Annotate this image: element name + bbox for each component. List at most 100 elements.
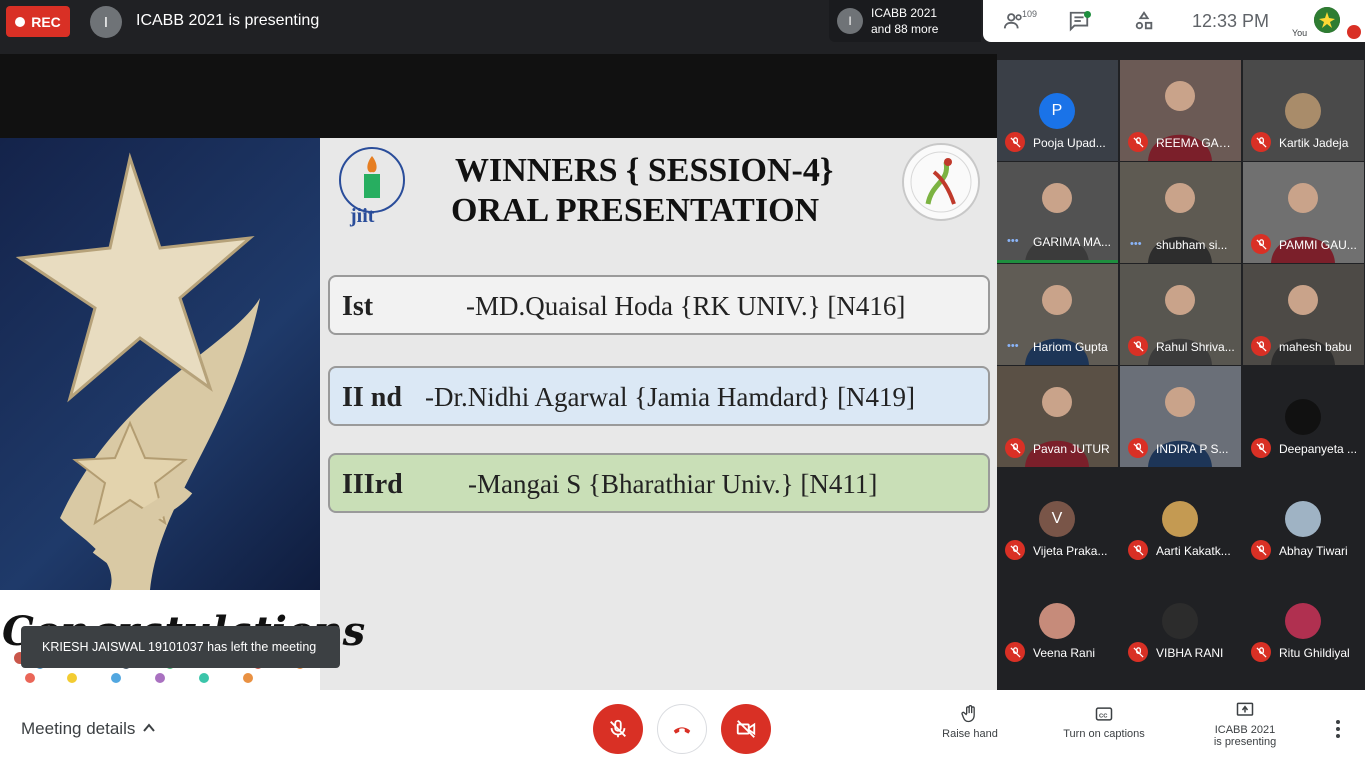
participant-tile[interactable]: Ritu Ghildiyal [1243,570,1364,671]
others-avatar: I [837,8,863,34]
mic-off-icon [1128,642,1148,662]
mic-off-icon [1251,336,1271,356]
raise-hand-button[interactable]: Raise hand [936,704,1004,740]
mic-off-icon [610,719,626,738]
participant-avatar: P [1039,93,1075,129]
mic-off-icon [1251,234,1271,254]
record-dot-icon [15,16,26,27]
more-options-icon[interactable] [1330,718,1346,740]
hand-icon [961,705,975,723]
meeting-toolbar [983,0,1365,42]
audio-level-icon: ••• [1007,235,1019,247]
captions-label: Turn on captions [1063,728,1145,740]
raise-hand-label: Raise hand [942,728,998,740]
participant-tile[interactable]: Pavan JUTUR [997,366,1118,467]
presenting-line1: ICABB 2021 [1214,724,1276,736]
winner-name: -MD.Quaisal Hoda {RK UNIV.} [N416] [466,291,906,321]
participant-name: GARIMA MA... [1033,235,1112,249]
participant-name: Rahul Shriva... [1156,340,1235,354]
meeting-details-button[interactable]: Meeting details [21,719,135,739]
winner-name: -Mangai S {Bharathiar Univ.} [N411] [468,469,878,499]
captions-button[interactable]: CC Turn on captions [1054,704,1154,740]
mic-off-icon [1128,132,1148,152]
activities-icon[interactable] [1133,10,1157,32]
mic-off-icon [1005,132,1025,152]
mic-off-icon [1128,336,1148,356]
winner-rank: Ist [342,291,374,322]
presenter-others-chip[interactable]: I ICABB 2021 and 88 more [829,0,981,42]
participant-name: PAMMI GAU... [1279,238,1357,252]
participant-avatar: V [1039,501,1075,537]
jiit-logo: jiit [328,146,418,230]
participant-name: shubham si... [1156,238,1228,252]
slide-title-line2: ORAL PRESENTATION [451,192,820,229]
winner-rank: II nd [342,382,402,413]
winner-rank: IIIrd [342,469,403,500]
conference-logo [898,142,984,222]
participant-tile[interactable]: ••• Hariom Gupta [997,264,1118,365]
mic-off-icon [1005,438,1025,458]
participant-tile[interactable]: INDIRA P S... [1120,366,1241,467]
bottom-bar: Meeting details Raise hand CC Turn on ca… [0,690,1365,768]
mic-off-icon [1251,540,1271,560]
participant-tile[interactable]: V Vijeta Praka... [997,468,1118,569]
participant-count: 109 [1022,9,1038,19]
participant-avatar [1285,603,1321,639]
participant-tile[interactable]: VIBHA RANI [1120,570,1241,671]
stars-image [0,138,320,590]
participant-tile[interactable]: Aarti Kakatk... [1120,468,1241,569]
mic-off-icon [1005,642,1025,662]
svg-text:jiit: jiit [349,205,375,227]
participant-tile[interactable]: Rahul Shriva... [1120,264,1241,365]
leave-call-button[interactable] [657,704,707,754]
participant-tile[interactable]: P Pooja Upad... [997,60,1118,161]
present-screen-icon [1236,702,1254,716]
captions-icon: CC [1095,707,1113,721]
slide-title-line1: WINNERS { SESSION-4} [455,152,834,189]
participant-tile[interactable]: REEMA GAB... [1120,60,1241,161]
camera-toggle-button[interactable] [721,704,771,754]
present-button[interactable]: ICABB 2021 is presenting [1204,700,1286,748]
participant-grid: P Pooja Upad... REEMA GAB... Kartik Jadeja •… [997,59,1365,679]
participant-name: Ritu Ghildiyal [1279,646,1350,660]
participant-tile[interactable]: ••• shubham si... [1120,162,1241,263]
participant-avatar [1285,501,1321,537]
chat-notification-dot [1084,11,1091,18]
presenter-avatar: I [90,6,122,38]
chevron-up-icon[interactable] [142,721,156,735]
participant-tile[interactable]: mahesh babu [1243,264,1364,365]
self-avatar[interactable] [1314,7,1340,33]
mic-off-icon [1251,642,1271,662]
camera-off-icon [736,720,756,738]
rec-label: REC [31,13,61,30]
mic-off-icon [1005,540,1025,560]
slide: Congratulations jiit WINNERS { SESSION-4… [0,138,997,701]
participant-name: mahesh babu [1279,340,1352,354]
recording-badge[interactable]: REC [6,6,70,37]
winner-row-3: IIIrd -Mangai S {Bharathiar Univ.} [N411… [328,453,990,513]
presenting-title: ICABB 2021 is presenting [136,12,320,29]
participant-name: Pooja Upad... [1033,136,1106,150]
mic-off-icon [1251,132,1271,152]
participant-name: Veena Rani [1033,646,1096,660]
participant-tile[interactable]: Kartik Jadeja [1243,60,1364,161]
participant-tile[interactable]: Veena Rani [997,570,1118,671]
participant-tile[interactable]: PAMMI GAU... [1243,162,1364,263]
participant-tile[interactable]: ••• GARIMA MA... [997,162,1118,263]
audio-level-icon: ••• [1130,238,1142,250]
you-label: You [1292,28,1308,38]
participant-name: Kartik Jadeja [1279,136,1349,150]
participant-name: Abhay Tiwari [1279,544,1348,558]
participant-name: Pavan JUTUR [1033,442,1110,456]
presentation-stage: Congratulations jiit WINNERS { SESSION-4… [0,54,997,701]
participant-tile[interactable]: Deepanyeta ... [1243,366,1364,467]
participant-tile[interactable]: Abhay Tiwari [1243,468,1364,569]
mic-off-icon [1128,438,1148,458]
svg-text:CC: CC [1099,713,1108,719]
participant-name: REEMA GAB... [1156,136,1236,150]
winner-name: -Dr.Nidhi Agarwal {Jamia Hamdard} [N419] [425,382,916,412]
presenting-line2: is presenting [1213,736,1277,748]
participant-avatar [1162,603,1198,639]
others-line1: ICABB 2021 [871,6,938,20]
mic-toggle-button[interactable] [593,704,643,754]
